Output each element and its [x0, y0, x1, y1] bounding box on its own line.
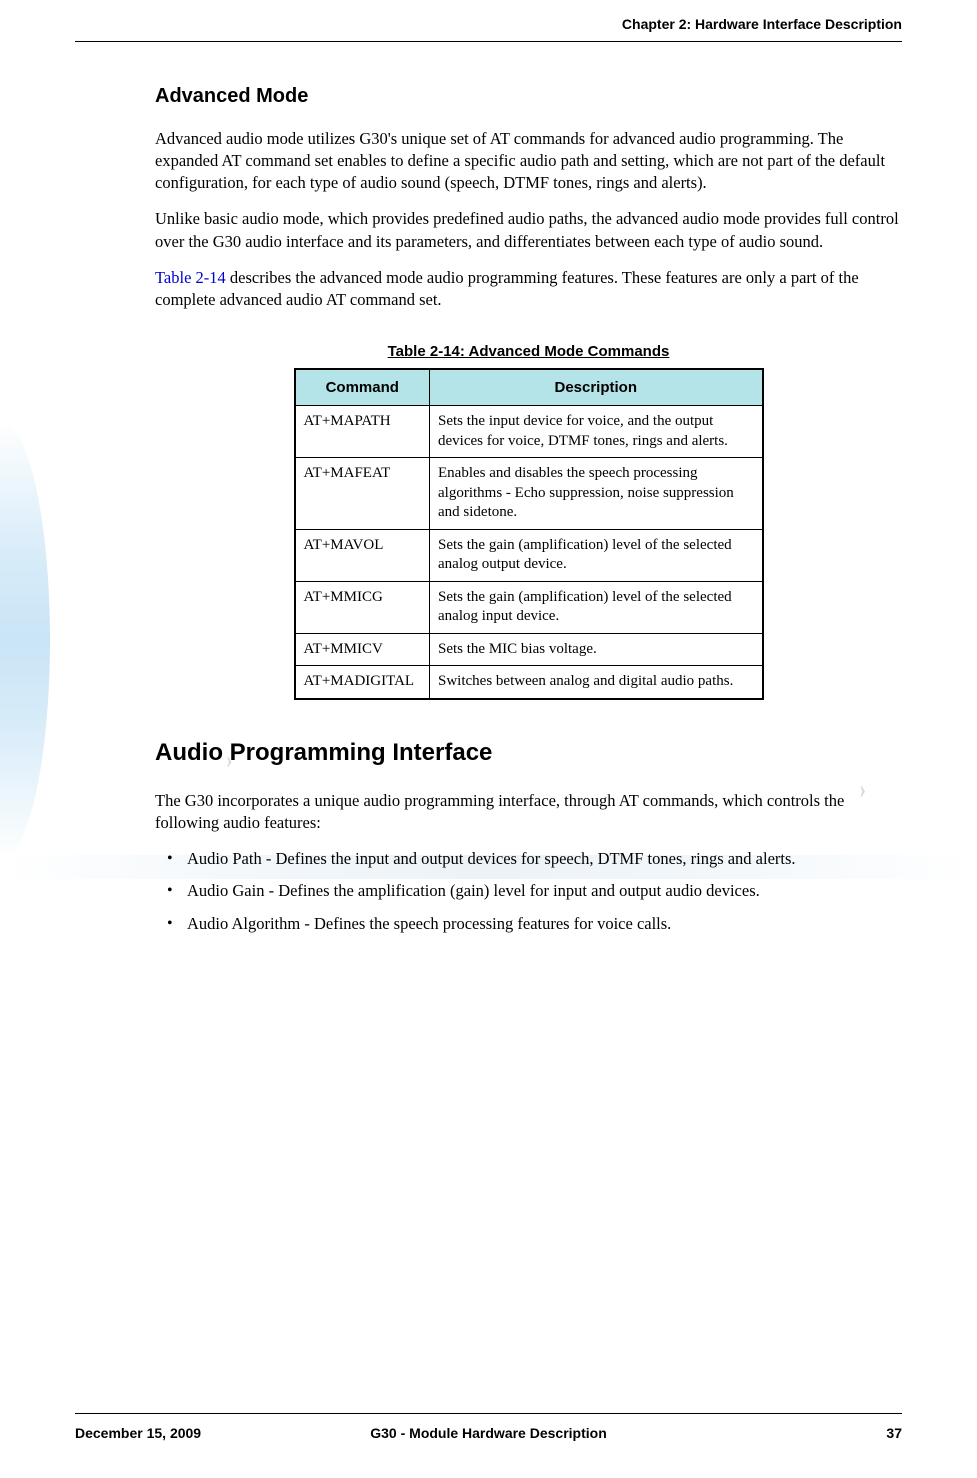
advanced-mode-commands-table: Command Description AT+MAPATH Sets the i…	[294, 368, 764, 700]
paragraph: Advanced audio mode utilizes G30's uniqu…	[155, 128, 902, 195]
table-cell-command: AT+MADIGITAL	[295, 666, 430, 699]
table-cell-description: Sets the input device for voice, and the…	[430, 406, 763, 458]
footer-page-number: 37	[886, 1424, 902, 1444]
list-item: Audio Algorithm - Defines the speech pro…	[187, 913, 902, 935]
section-heading-advanced-mode: Advanced Mode	[155, 82, 902, 110]
table-wrapper: Command Description AT+MAPATH Sets the i…	[155, 368, 902, 700]
footer-date: December 15, 2009	[75, 1424, 201, 1444]
table-row: AT+MMICG Sets the gain (amplification) l…	[295, 581, 763, 633]
table-header-row: Command Description	[295, 369, 763, 406]
page-header: Chapter 2: Hardware Interface Descriptio…	[75, 0, 902, 42]
page-content: Advanced Mode Advanced audio mode utiliz…	[0, 82, 977, 935]
table-row: AT+MAVOL Sets the gain (amplification) l…	[295, 529, 763, 581]
table-cell-command: AT+MAVOL	[295, 529, 430, 581]
paragraph: Unlike basic audio mode, which provides …	[155, 208, 902, 253]
paragraph: The G30 incorporates a unique audio prog…	[155, 790, 902, 835]
paragraph-text: describes the advanced mode audio progra…	[155, 268, 859, 309]
table-row: AT+MADIGITAL Switches between analog and…	[295, 666, 763, 699]
table-row: AT+MAFEAT Enables and disables the speec…	[295, 458, 763, 530]
table-header-command: Command	[295, 369, 430, 406]
page-footer: December 15, 2009 G30 - Module Hardware …	[75, 1413, 902, 1444]
table-cell-description: Enables and disables the speech processi…	[430, 458, 763, 530]
table-caption: Table 2-14: Advanced Mode Commands	[155, 341, 902, 362]
feature-list: Audio Path - Defines the input and outpu…	[155, 848, 902, 935]
chapter-label: Chapter 2: Hardware Interface Descriptio…	[622, 16, 902, 32]
table-row: AT+MAPATH Sets the input device for voic…	[295, 406, 763, 458]
paragraph: Table 2-14 describes the advanced mode a…	[155, 267, 902, 312]
list-item: Audio Path - Defines the input and outpu…	[187, 848, 902, 870]
section-heading-audio-programming: Audio Programming Interface	[155, 736, 902, 770]
table-cell-command: AT+MAFEAT	[295, 458, 430, 530]
table-cell-description: Switches between analog and digital audi…	[430, 666, 763, 699]
table-cell-description: Sets the gain (amplification) level of t…	[430, 529, 763, 581]
table-reference-link[interactable]: Table 2-14	[155, 268, 226, 287]
table-row: AT+MMICV Sets the MIC bias voltage.	[295, 633, 763, 666]
table-cell-description: Sets the MIC bias voltage.	[430, 633, 763, 666]
table-header-description: Description	[430, 369, 763, 406]
list-item: Audio Gain - Defines the amplification (…	[187, 880, 902, 902]
table-cell-command: AT+MMICV	[295, 633, 430, 666]
table-cell-command: AT+MAPATH	[295, 406, 430, 458]
table-cell-description: Sets the gain (amplification) level of t…	[430, 581, 763, 633]
table-cell-command: AT+MMICG	[295, 581, 430, 633]
